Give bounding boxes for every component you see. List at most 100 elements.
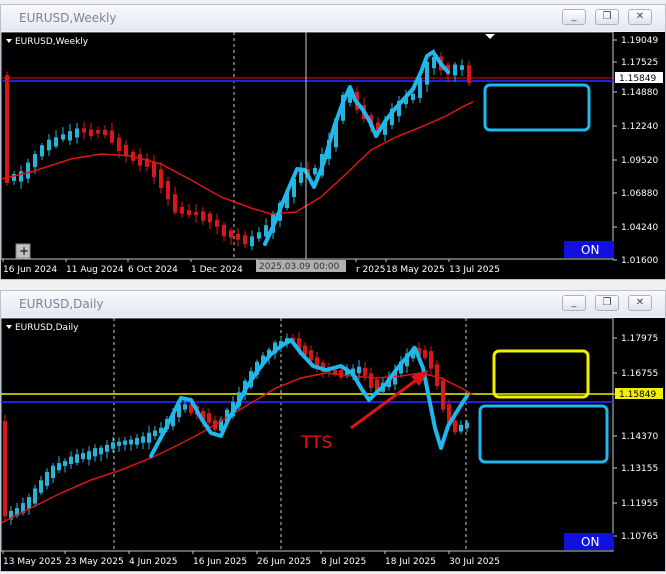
date-tick-label: 18 Jul 2025 [385, 557, 436, 567]
candle-body [40, 145, 44, 157]
candle-body [141, 436, 145, 443]
shift-marker-icon [485, 34, 495, 39]
candle-body [453, 420, 457, 433]
candle-body [299, 169, 303, 183]
weekly-window-title: EURUSD,Weekly [19, 11, 117, 25]
weekly-minimize-button[interactable]: _ [562, 9, 586, 25]
candle-body [75, 454, 79, 463]
current-price-label: 1.15849 [619, 390, 656, 400]
candle-body [63, 461, 67, 467]
date-tick-label: 8 Jul 2025 [321, 557, 366, 567]
weekly-chart-window: EURUSD,Weekly _ ❐ ✕ EURUSD,Weekly 1.19049… [0, 4, 666, 280]
candle-body [166, 181, 170, 200]
candle-body [369, 373, 373, 388]
date-tick-label: 26 Jun 2025 [257, 557, 311, 567]
candle-body [61, 134, 65, 140]
scale-fix-icon-glyph: + [19, 244, 29, 258]
candle-body [111, 442, 115, 449]
candle-body [39, 480, 43, 493]
candle-body [96, 129, 100, 134]
date-tick-label: 13 Jul 2025 [449, 265, 500, 275]
target-box-blue [483, 83, 591, 132]
candle-body [180, 206, 184, 214]
chart-frame [1, 32, 614, 260]
price-tick-label: 1.11955 [621, 499, 658, 509]
candle-body [147, 432, 151, 443]
weekly-chart-area[interactable]: EURUSD,Weekly 1.19049 1.17525 1.14880 1.1224… [1, 32, 665, 279]
date-tick-label: r 2025 [356, 265, 385, 275]
candle-body [460, 65, 464, 70]
price-tick-label: 1.17525 [621, 58, 658, 68]
price-tick-label: 1.06880 [621, 189, 658, 199]
candle-body [103, 129, 107, 136]
weekly-close-button[interactable]: ✕ [628, 9, 652, 25]
candle-body [75, 128, 79, 138]
candle-body [117, 441, 121, 446]
candle-body [68, 131, 72, 141]
daily-window-title: EURUSD,Daily [19, 297, 104, 311]
candle-body [243, 235, 247, 245]
candle-body [215, 219, 219, 227]
candle-body [99, 447, 103, 455]
candle-body [423, 349, 427, 358]
price-tick-label: 1.17975 [621, 334, 658, 344]
chart-menu-triangle-icon [6, 325, 12, 329]
candle-body [87, 451, 91, 460]
candle-body [250, 236, 254, 247]
date-tick-label: 13 May 2025 [3, 557, 62, 567]
candle-body [57, 463, 61, 471]
candle-body [3, 421, 7, 517]
weekly-titlebar: EURUSD,Weekly _ ❐ ✕ [1, 5, 665, 31]
date-tick-label: 16 Jun 2024 [3, 265, 57, 275]
candle-body [441, 380, 445, 410]
candle-body [429, 350, 433, 369]
daily-close-button[interactable]: ✕ [628, 295, 652, 311]
target-box-yellow [492, 349, 590, 399]
candle-body [236, 233, 240, 240]
weekly-restore-button[interactable]: ❐ [595, 9, 619, 25]
date-tick-label: 1 Dec 2024 [191, 265, 243, 275]
candle-body [208, 213, 212, 223]
candle-body [81, 453, 85, 460]
candle-body [339, 370, 343, 378]
price-tick-label: 1.13155 [621, 464, 658, 474]
daily-chart-area[interactable]: EURUSD,Daily 1.17975 1.16755 1.15849 1.14370… [1, 318, 665, 571]
candle-body [187, 210, 191, 216]
price-tick-label: 1.19049 [621, 36, 658, 46]
candle-body [33, 488, 37, 504]
chart-symbol-label: EURUSD,Weekly [15, 37, 89, 47]
tts-annotation-label: TTS [300, 433, 332, 453]
candle-body [135, 437, 139, 445]
chart-menu-triangle-icon [6, 39, 12, 43]
candle-body [45, 471, 49, 486]
candle-body [117, 137, 121, 151]
date-tick-label: 18 May 2025 [386, 265, 445, 275]
candle-body [54, 137, 58, 147]
candle-body [183, 404, 187, 410]
daily-restore-button[interactable]: ❐ [595, 295, 619, 311]
date-tick-label: 30 Jul 2025 [449, 557, 500, 567]
price-tick-label: 1.16755 [621, 369, 658, 379]
current-price-label: 1.15849 [619, 74, 656, 84]
candle-body [159, 169, 163, 189]
candle-body [152, 161, 156, 178]
price-tick-label: 1.14880 [621, 88, 658, 98]
candle-body [467, 65, 471, 84]
date-tick-label: 23 May 2025 [65, 557, 124, 567]
date-tick-label: 11 Aug 2024 [66, 265, 124, 275]
candle-body [129, 439, 133, 445]
candle-body [89, 129, 93, 136]
candle-body [309, 350, 313, 361]
candle-body [363, 368, 367, 376]
moving-average-line [1, 101, 474, 215]
price-tick-label: 1.01600 [621, 256, 658, 266]
weekly-chart-svg: EURUSD,Weekly 1.19049 1.17525 1.14880 1.1224… [1, 32, 663, 275]
candle-body [69, 456, 73, 464]
candle-body [194, 211, 198, 216]
candle-body [435, 364, 439, 386]
candle-body [26, 162, 30, 179]
price-tick-label: 1.10765 [621, 532, 658, 542]
daily-minimize-button[interactable]: _ [562, 295, 586, 311]
candle-body [123, 440, 127, 445]
candle-body [453, 64, 457, 76]
